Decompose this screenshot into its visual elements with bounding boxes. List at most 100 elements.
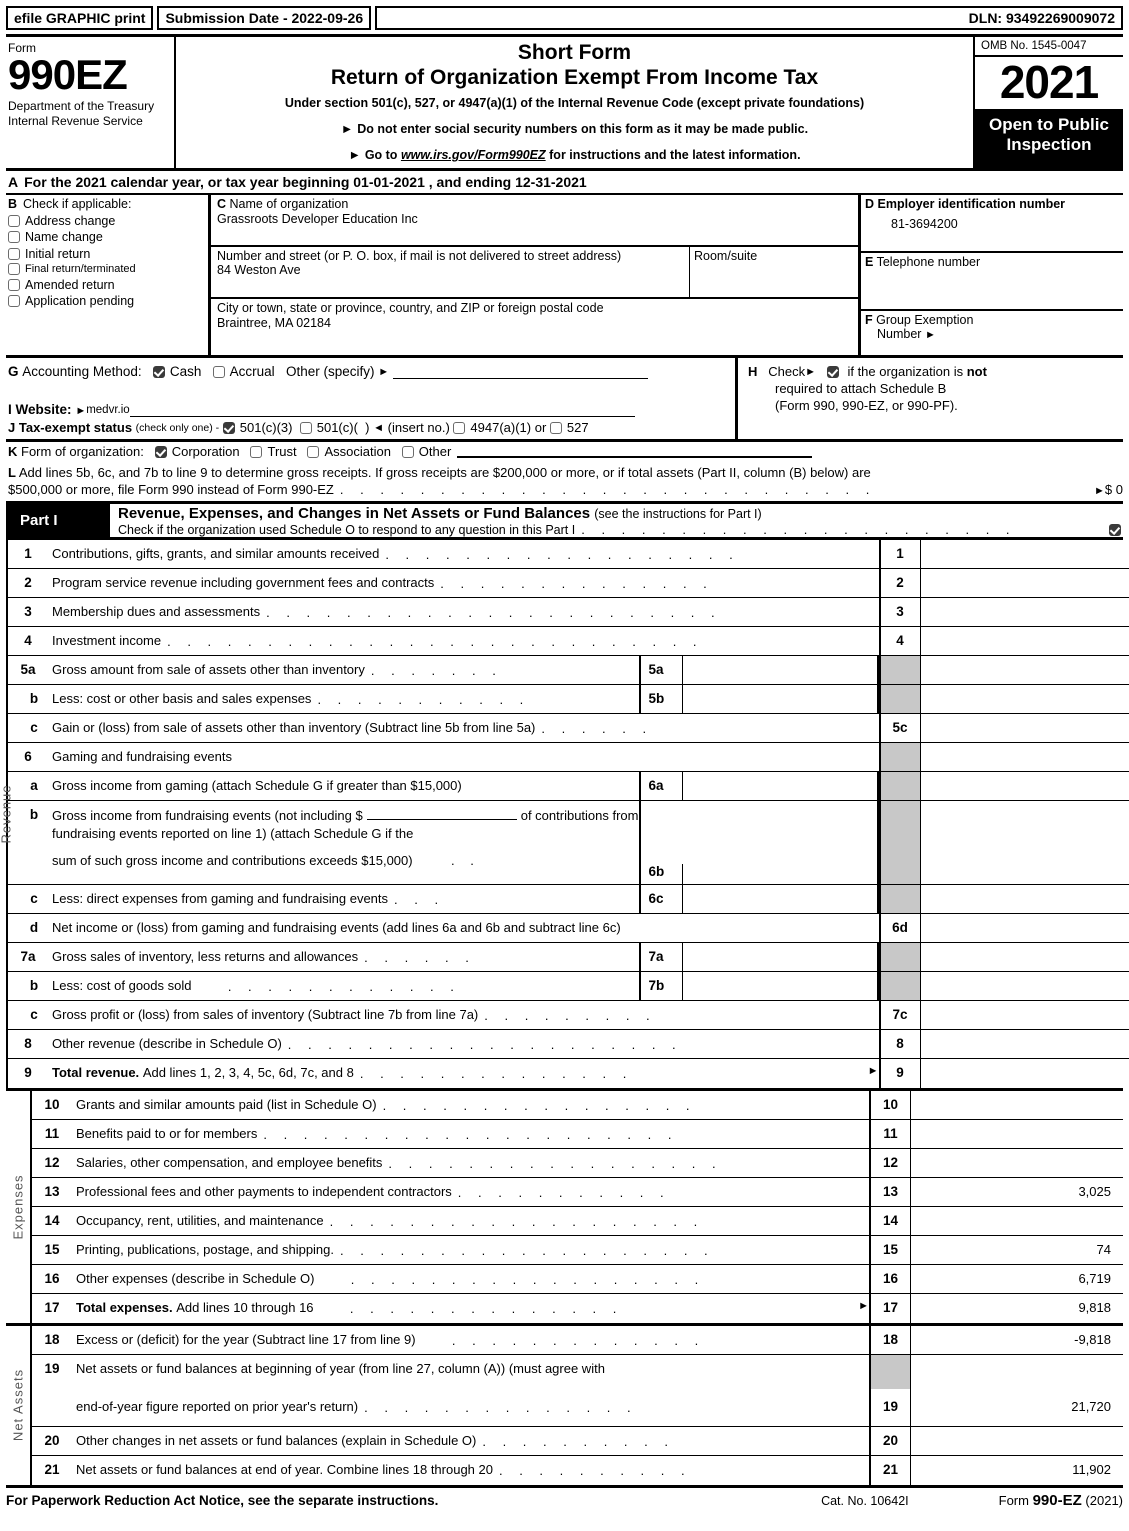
checkbox-icon[interactable] bbox=[8, 231, 20, 243]
line-6b-input[interactable] bbox=[367, 807, 517, 820]
line-description: Excess or (deficit) for the year (Subtra… bbox=[76, 1332, 416, 1347]
line-description: Net income or (loss) from gaming and fun… bbox=[52, 920, 621, 935]
section-d-letter: D bbox=[865, 197, 874, 211]
amount-cell[interactable] bbox=[921, 714, 1129, 742]
amount-cell[interactable] bbox=[921, 598, 1129, 626]
telephone-field: E Telephone number bbox=[861, 253, 1123, 311]
check-label: Check bbox=[768, 364, 805, 381]
amount-cell[interactable] bbox=[921, 1030, 1129, 1058]
checkbox-address-change[interactable]: Address change bbox=[8, 214, 208, 228]
dot-leader: . . . . . . . . . . . . . . bbox=[320, 1300, 855, 1319]
dot-leader: . . . . . . . . . . bbox=[482, 1433, 869, 1452]
amount-cell[interactable] bbox=[921, 627, 1129, 655]
amount-cell[interactable]: 21,720 bbox=[911, 1389, 1123, 1426]
line-ref: 4 bbox=[879, 627, 921, 655]
line-number: 13 bbox=[32, 1178, 72, 1206]
revenue-rail: Revenue bbox=[6, 540, 8, 1088]
checkbox-501c3-icon[interactable] bbox=[223, 422, 235, 434]
amount-cell[interactable]: 11,902 bbox=[911, 1456, 1123, 1485]
accounting-status-block: G Accounting Method: Cash Accrual Other … bbox=[6, 355, 1123, 439]
amount-cell[interactable] bbox=[911, 1427, 1123, 1455]
checkbox-4947a1-icon[interactable] bbox=[453, 422, 465, 434]
line-description: Other revenue (describe in Schedule O) bbox=[52, 1036, 282, 1051]
checkbox-icon[interactable] bbox=[8, 248, 20, 260]
line-number: 20 bbox=[32, 1427, 72, 1455]
amount-cell[interactable] bbox=[921, 1001, 1129, 1029]
checkbox-label: Initial return bbox=[25, 247, 90, 261]
checkbox-final-return-terminated[interactable]: Final return/terminated bbox=[8, 263, 208, 275]
checkbox-icon[interactable] bbox=[8, 215, 20, 227]
checkbox-other-icon[interactable] bbox=[402, 446, 414, 458]
line-19-text-2: end-of-year figure reported on prior yea… bbox=[76, 1399, 358, 1414]
section-k-letter: K bbox=[8, 444, 17, 459]
street-label: Number and street (or P. O. box, if mail… bbox=[217, 249, 689, 263]
dot-leader: . . . . . . . . . bbox=[484, 1007, 878, 1026]
sub-amount-cell[interactable] bbox=[683, 943, 877, 971]
line-number: 1 bbox=[8, 540, 48, 568]
line-description: Benefits paid to or for members bbox=[76, 1126, 257, 1141]
checkbox-accrual-icon[interactable] bbox=[213, 366, 225, 378]
checkbox-initial-return[interactable]: Initial return bbox=[8, 247, 208, 261]
checkbox-schedule-b-icon[interactable] bbox=[827, 366, 839, 378]
table-row: a Gross income from gaming (attach Sched… bbox=[8, 772, 1129, 801]
line-ref-shaded bbox=[879, 772, 921, 800]
checkbox-schedule-o-icon[interactable] bbox=[1109, 524, 1121, 536]
amount-cell[interactable] bbox=[911, 1091, 1123, 1119]
sub-amount-cell[interactable] bbox=[683, 972, 877, 1000]
section-l-line1: Add lines 5b, 6c, and 7b to line 9 to de… bbox=[19, 465, 871, 480]
accounting-method-label: Accounting Method: bbox=[22, 364, 141, 379]
street-room-row: Number and street (or P. O. box, if mail… bbox=[211, 247, 858, 299]
other-specify-input[interactable] bbox=[393, 365, 648, 379]
section-l-letter: L bbox=[8, 465, 16, 480]
amount-cell[interactable] bbox=[911, 1120, 1123, 1148]
checkbox-application-pending[interactable]: Application pending bbox=[8, 294, 208, 308]
checkbox-trust-icon[interactable] bbox=[250, 446, 262, 458]
amount-cell[interactable]: 3,025 bbox=[911, 1178, 1123, 1206]
dot-leader: . . . . . . . . . . . . . . . . . . . . … bbox=[266, 604, 878, 623]
checkbox-amended-return[interactable]: Amended return bbox=[8, 278, 208, 292]
opt-association-label: Association bbox=[324, 444, 390, 459]
amount-cell[interactable]: -9,818 bbox=[911, 1326, 1123, 1354]
amount-cell[interactable] bbox=[911, 1149, 1123, 1177]
amount-cell[interactable] bbox=[921, 1059, 1129, 1088]
dot-leader: . . . . . . . . . . . . . bbox=[422, 1332, 869, 1351]
sub-amount-cell[interactable] bbox=[683, 685, 877, 713]
amount-cell[interactable] bbox=[921, 914, 1129, 942]
city-value: Braintree, MA 02184 bbox=[217, 315, 858, 330]
other-organization-input[interactable] bbox=[457, 446, 812, 458]
table-row: b Less: cost or other basis and sales ex… bbox=[8, 685, 1129, 714]
amount-cell[interactable]: 6,719 bbox=[911, 1265, 1123, 1293]
dot-leader: . . . . . . . . . . . . . . bbox=[440, 575, 878, 594]
amount-cell[interactable]: 74 bbox=[911, 1236, 1123, 1264]
sub-amount-cell[interactable] bbox=[683, 772, 877, 800]
amount-cell[interactable] bbox=[921, 540, 1129, 568]
group-exemption-field: F Group Exemption Number ► bbox=[861, 311, 1123, 355]
amount-cell[interactable] bbox=[911, 1207, 1123, 1235]
sub-amount-cell[interactable] bbox=[683, 885, 877, 913]
footer-form-label: Form bbox=[999, 1493, 1029, 1508]
checkbox-name-change[interactable]: Name change bbox=[8, 230, 208, 244]
amount-cell[interactable] bbox=[921, 569, 1129, 597]
table-row: 6 Gaming and fundraising events bbox=[8, 743, 1129, 772]
checkbox-icon[interactable] bbox=[8, 279, 20, 291]
table-row: c Gross profit or (loss) from sales of i… bbox=[8, 1001, 1129, 1030]
checkbox-icon[interactable] bbox=[8, 263, 20, 275]
city-field: City or town, state or province, country… bbox=[211, 299, 858, 355]
line-ref: 21 bbox=[869, 1456, 911, 1485]
section-d: D Employer identification number 81-3694… bbox=[858, 195, 1123, 355]
line-number: 7a bbox=[8, 943, 48, 971]
dot-leader: . . . . . . . . . . . bbox=[458, 1184, 869, 1203]
sub-amount-cell[interactable] bbox=[683, 656, 877, 684]
amount-cell[interactable]: 9,818 bbox=[911, 1294, 1123, 1323]
checkbox-association-icon[interactable] bbox=[307, 446, 319, 458]
amount-cell bbox=[921, 885, 1129, 913]
irs-form-link[interactable]: www.irs.gov/Form990EZ bbox=[401, 148, 546, 162]
checkbox-527-icon[interactable] bbox=[550, 422, 562, 434]
page-footer: For Paperwork Reduction Act Notice, see … bbox=[6, 1485, 1123, 1509]
checkbox-501c-icon[interactable] bbox=[300, 422, 312, 434]
checkbox-icon[interactable] bbox=[8, 295, 20, 307]
checkbox-label: Name change bbox=[25, 230, 103, 244]
masthead: Form 990EZ Department of the Treasury In… bbox=[6, 34, 1123, 168]
checkbox-cash-icon[interactable] bbox=[153, 366, 165, 378]
checkbox-corporation-icon[interactable] bbox=[155, 446, 167, 458]
